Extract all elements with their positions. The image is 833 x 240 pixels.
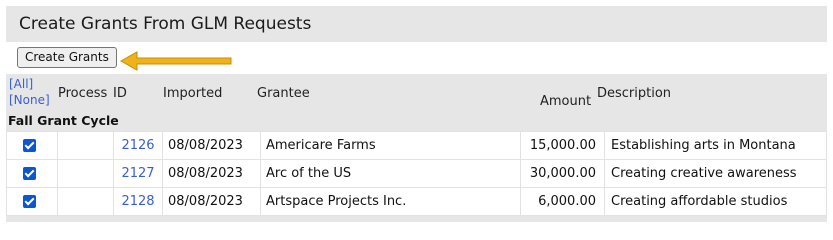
process-cell (57, 159, 114, 188)
column-header-id: ID (113, 86, 127, 101)
amount-cell: 15,000.00 (520, 131, 605, 160)
description-cell: Creating creative awareness (604, 159, 827, 188)
grant-id-link[interactable]: 2126 (121, 138, 154, 153)
grantee-cell: Artspace Projects Inc. (260, 187, 521, 216)
section-header: Fall Grant Cycle (6, 111, 827, 131)
create-grants-button[interactable]: Create Grants (17, 47, 117, 68)
grant-id-link[interactable]: 2128 (121, 194, 154, 209)
imported-cell: 08/08/2023 (162, 187, 261, 216)
arrow-pointer-icon (119, 51, 232, 71)
grants-table: 2126 08/08/2023 Americare Farms 15,000.0… (6, 131, 827, 216)
table-row: 2128 08/08/2023 Artspace Projects Inc. 6… (6, 187, 827, 216)
section-title: Fall Grant Cycle (8, 113, 119, 128)
process-cell (57, 187, 114, 216)
imported-cell: 08/08/2023 (162, 159, 261, 188)
footer-strip (6, 216, 827, 222)
column-header-amount: Amount (540, 94, 592, 109)
column-header-imported: Imported (163, 86, 223, 101)
description-cell: Creating affordable studios (604, 187, 827, 216)
column-header-row: [All] [None] Process ID Imported Grantee… (6, 74, 827, 111)
description-cell: Establishing arts in Montana (604, 131, 827, 160)
amount-cell: 30,000.00 (520, 159, 605, 188)
row-checkbox[interactable] (23, 167, 36, 180)
column-header-description: Description (597, 86, 672, 101)
column-header-grantee: Grantee (257, 86, 310, 101)
process-cell (57, 131, 114, 160)
grantee-cell: Arc of the US (260, 159, 521, 188)
row-checkbox[interactable] (23, 195, 36, 208)
select-none-link[interactable]: [None] (9, 93, 50, 107)
column-header-process: Process (58, 86, 108, 101)
title-bar: Create Grants From GLM Requests (6, 6, 827, 42)
table-row: 2127 08/08/2023 Arc of the US 30,000.00 … (6, 159, 827, 188)
grantee-cell: Americare Farms (260, 131, 521, 160)
grant-id-link[interactable]: 2127 (121, 166, 154, 181)
row-checkbox[interactable] (23, 139, 36, 152)
page-title: Create Grants From GLM Requests (19, 14, 312, 34)
imported-cell: 08/08/2023 (162, 131, 261, 160)
select-all-link[interactable]: [All] (9, 77, 33, 91)
amount-cell: 6,000.00 (520, 187, 605, 216)
table-row: 2126 08/08/2023 Americare Farms 15,000.0… (6, 131, 827, 160)
